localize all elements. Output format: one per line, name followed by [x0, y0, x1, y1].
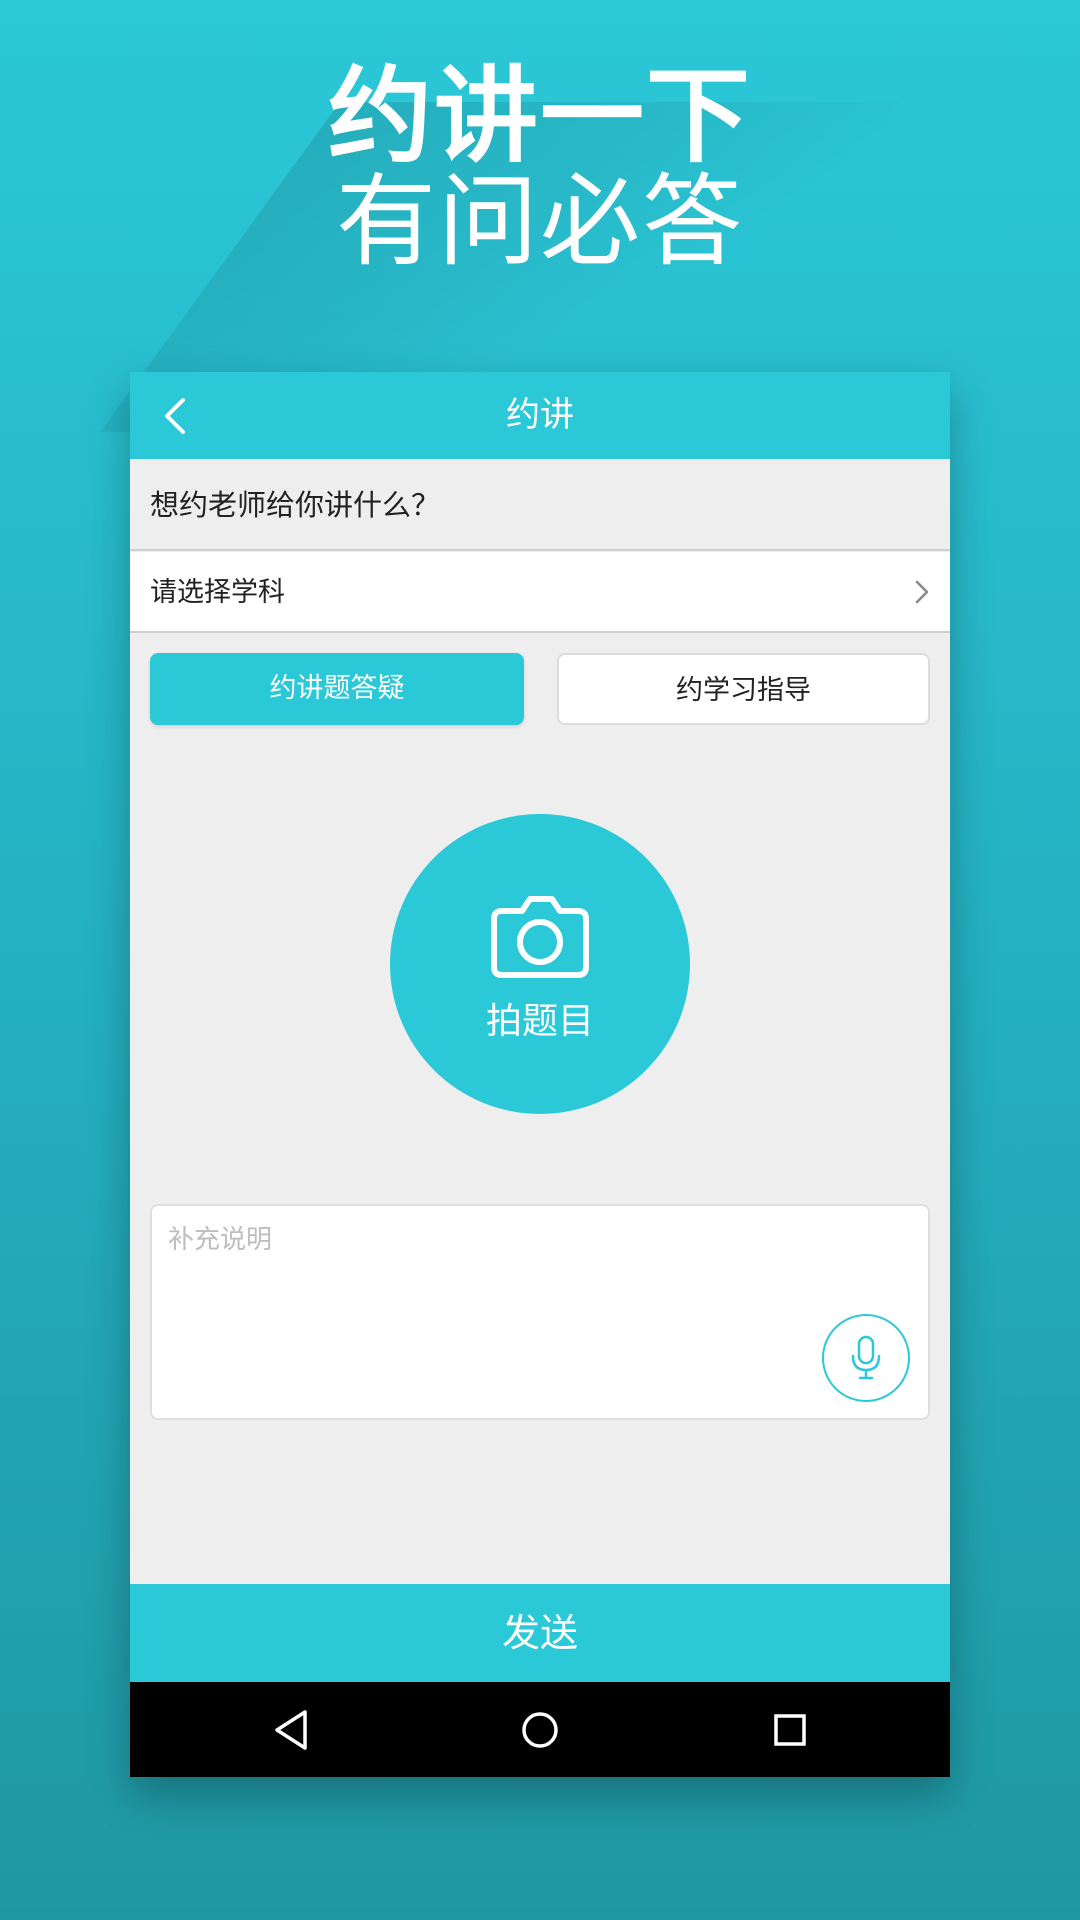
page-title: 约讲 — [506, 395, 574, 435]
promo-line-1: 约讲一下 — [327, 55, 752, 177]
camera-icon — [491, 896, 589, 978]
promo-line-2: 有问必答 — [336, 163, 744, 280]
question-text: 想约老师给你讲什么？ — [150, 488, 441, 522]
description-box — [150, 1204, 930, 1420]
take-photo-button[interactable]: 拍题目 — [390, 814, 690, 1114]
send-button[interactable]: 发送 — [130, 1584, 950, 1682]
description-input[interactable] — [168, 1220, 768, 1260]
nav-back-button[interactable] — [265, 1704, 317, 1756]
microphone-icon — [851, 1335, 881, 1380]
app-header: 约讲 — [130, 372, 950, 459]
subject-picker-label: 请选择学科 — [150, 577, 285, 608]
square-recent-icon — [774, 1714, 806, 1746]
triangle-back-icon — [275, 1710, 307, 1750]
nav-recent-apps-button[interactable] — [764, 1704, 816, 1756]
subject-picker[interactable]: 请选择学科 — [130, 552, 950, 633]
circle-home-icon — [522, 1712, 558, 1748]
tab-study-guidance[interactable]: 约学习指导 — [557, 653, 930, 725]
voice-input-button[interactable] — [822, 1314, 910, 1402]
chevron-right-icon — [915, 580, 929, 604]
nav-home-button[interactable] — [514, 1704, 566, 1756]
question-header: 想约老师给你讲什么？ — [130, 459, 950, 551]
system-navigation-bar — [130, 1682, 950, 1777]
app-screen: 约讲 想约老师给你讲什么？ 请选择学科 约讲题答疑 约学习指导 拍题目 发送 — [130, 372, 950, 1777]
promo-headline: 约讲一下 有问必答 — [0, 55, 1080, 432]
take-photo-label: 拍题目 — [485, 1001, 594, 1042]
tab-question-answer[interactable]: 约讲题答疑 — [150, 653, 524, 725]
